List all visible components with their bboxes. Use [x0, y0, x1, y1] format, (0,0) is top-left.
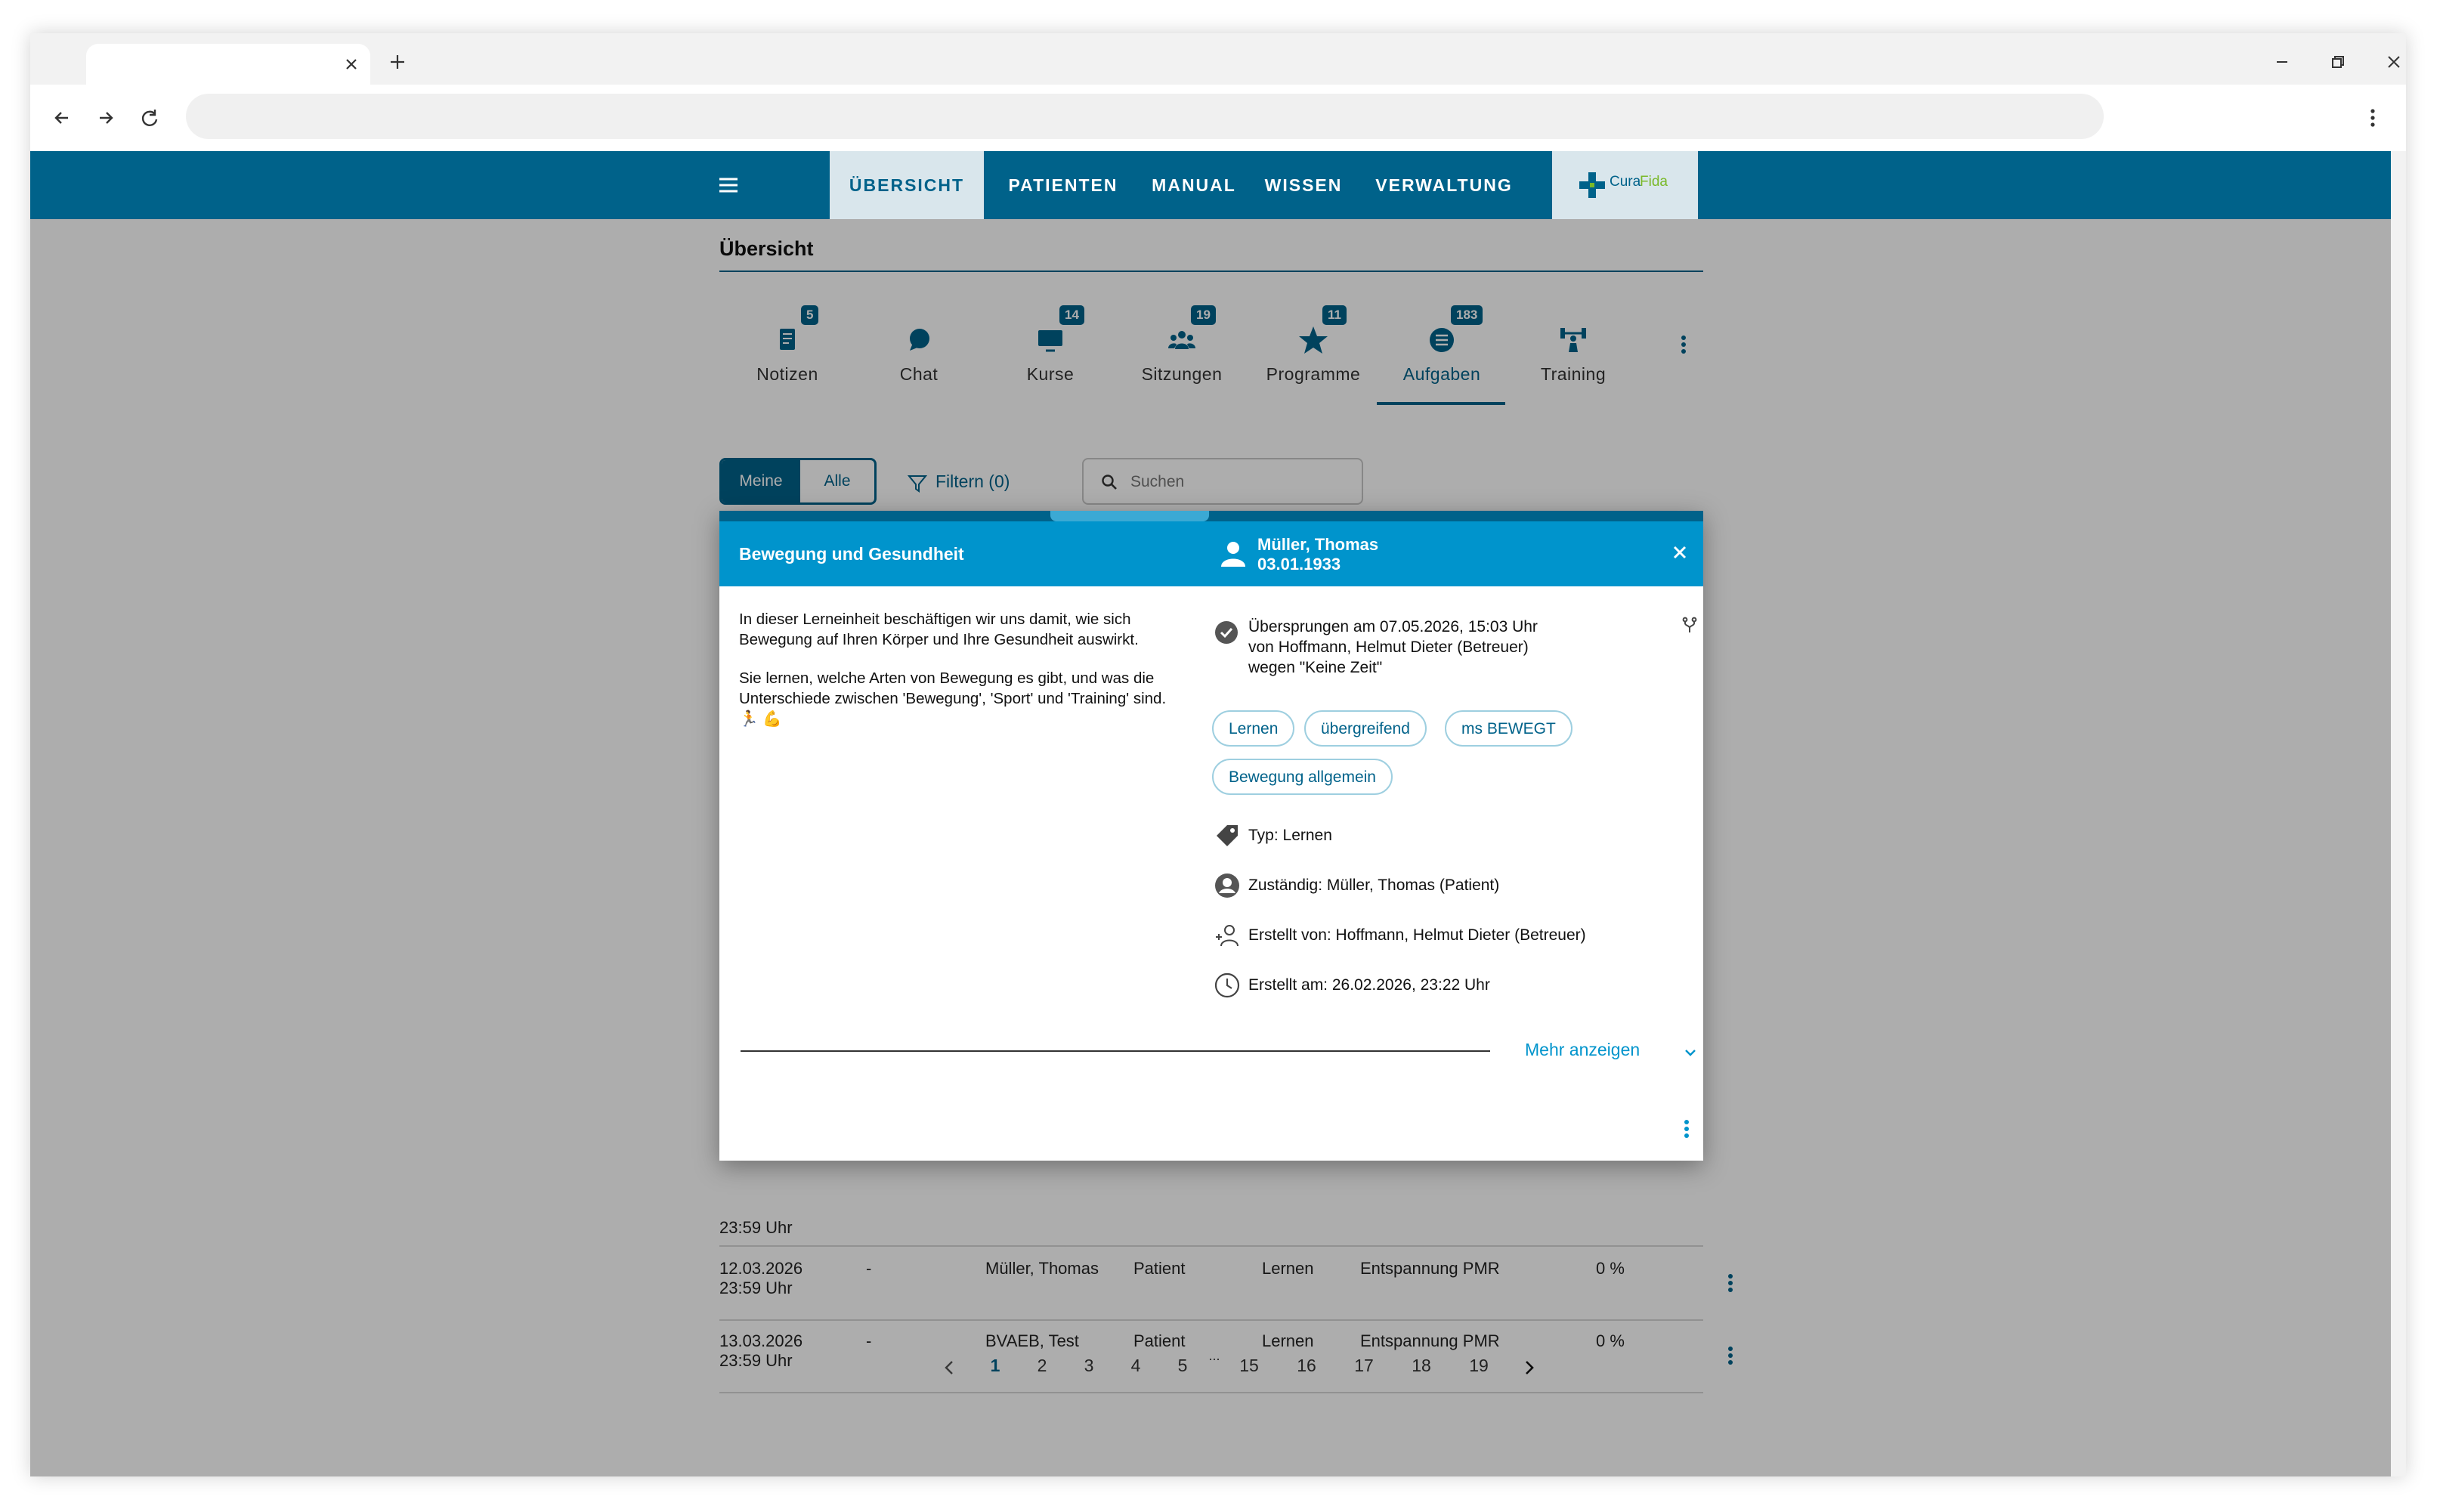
restore-icon[interactable]: [2323, 47, 2353, 77]
browser-toolbar: [30, 85, 2406, 151]
status-text: Übersprungen am 07.05.2026, 15:03 Uhr vo…: [1248, 617, 1538, 678]
person-icon: [1218, 538, 1248, 568]
browser-tabstrip: [30, 33, 2406, 85]
meta-created-at: Erstellt am: 26.02.2026, 23:22 Uhr: [1248, 976, 1490, 994]
show-more-link[interactable]: Mehr anzeigen: [1525, 1040, 1640, 1060]
meta-type: Typ: Lernen: [1248, 827, 1332, 844]
close-icon[interactable]: [1668, 541, 1691, 564]
menu-icon[interactable]: [713, 170, 744, 200]
task-detail-dialog: Bewegung und Gesundheit Müller, Thomas 0…: [719, 511, 1703, 1161]
meta-created-by: Erstellt von: Hoffmann, Helmut Dieter (B…: [1248, 926, 1586, 944]
fork-icon[interactable]: [1681, 617, 1699, 635]
chevron-down-icon[interactable]: [1682, 1044, 1699, 1061]
dialog-header-pill: [1050, 511, 1209, 521]
tag-chip[interactable]: Bewegung allgemein: [1212, 759, 1393, 795]
status-line: Übersprungen am 07.05.2026, 15:03 Uhr: [1248, 618, 1538, 635]
dialog-header: Bewegung und Gesundheit Müller, Thomas 0…: [719, 511, 1703, 586]
browser-menu-icon[interactable]: [2356, 101, 2389, 135]
curafida-logo[interactable]: Cura Fida: [1552, 151, 1698, 219]
logo-text-cura: Cura: [1610, 174, 1641, 190]
check-circle-icon: [1214, 620, 1239, 645]
back-arrow-icon[interactable]: [45, 101, 79, 135]
status-line: von Hoffmann, Helmut Dieter (Betreuer): [1248, 639, 1529, 656]
tag-chip[interactable]: Lernen: [1212, 710, 1295, 747]
logo-cross-icon: [1579, 172, 1605, 198]
nav-tab-manual[interactable]: MANUAL: [1141, 151, 1247, 219]
nav-tab-verwaltung[interactable]: VERWALTUNG: [1359, 151, 1529, 219]
description-paragraph: In dieser Lerneinheit beschäftigen wir u…: [739, 611, 1139, 648]
tag-chip[interactable]: übergreifend: [1304, 710, 1427, 747]
minimize-icon[interactable]: [2267, 47, 2297, 77]
dialog-header-strip: [719, 511, 1703, 521]
address-bar[interactable]: [186, 94, 2104, 139]
clock-icon: [1214, 972, 1241, 999]
reload-icon[interactable]: [133, 101, 166, 135]
dialog-divider: [741, 1050, 1490, 1052]
patient-name: Müller, Thomas: [1257, 535, 1379, 554]
tag-icon: [1214, 822, 1241, 849]
patient-birthdate: 03.01.1933: [1257, 555, 1341, 574]
description-paragraph: Sie lernen, welche Arten von Bewegung es…: [739, 669, 1167, 728]
forward-arrow-icon[interactable]: [89, 101, 122, 135]
status-line: wegen "Keine Zeit": [1248, 659, 1383, 676]
account-circle-icon: [1214, 872, 1241, 899]
close-window-icon[interactable]: [2379, 47, 2409, 77]
dialog-title: Bewegung und Gesundheit: [739, 544, 964, 564]
more-vert-icon[interactable]: [1673, 1115, 1700, 1143]
app-header: ÜBERSICHT PATIENTEN MANUAL WISSEN VERWAL…: [30, 151, 2391, 219]
close-tab-icon[interactable]: [342, 54, 361, 74]
person-add-icon: [1214, 922, 1241, 949]
tag-chip[interactable]: ms BEWEGT: [1445, 710, 1572, 747]
nav-tab-wissen[interactable]: WISSEN: [1254, 151, 1353, 219]
nav-tab-uebersicht[interactable]: ÜBERSICHT: [830, 151, 984, 219]
meta-responsible: Zuständig: Müller, Thomas (Patient): [1248, 877, 1500, 894]
nav-tab-patienten[interactable]: PATIENTEN: [991, 151, 1135, 219]
browser-tab[interactable]: [86, 44, 370, 85]
logo-text-fida: Fida: [1640, 174, 1668, 190]
new-tab-icon[interactable]: [384, 48, 411, 76]
app-viewport: ÜBERSICHT PATIENTEN MANUAL WISSEN VERWAL…: [30, 151, 2391, 1476]
browser-window: ÜBERSICHT PATIENTEN MANUAL WISSEN VERWAL…: [30, 33, 2406, 1476]
